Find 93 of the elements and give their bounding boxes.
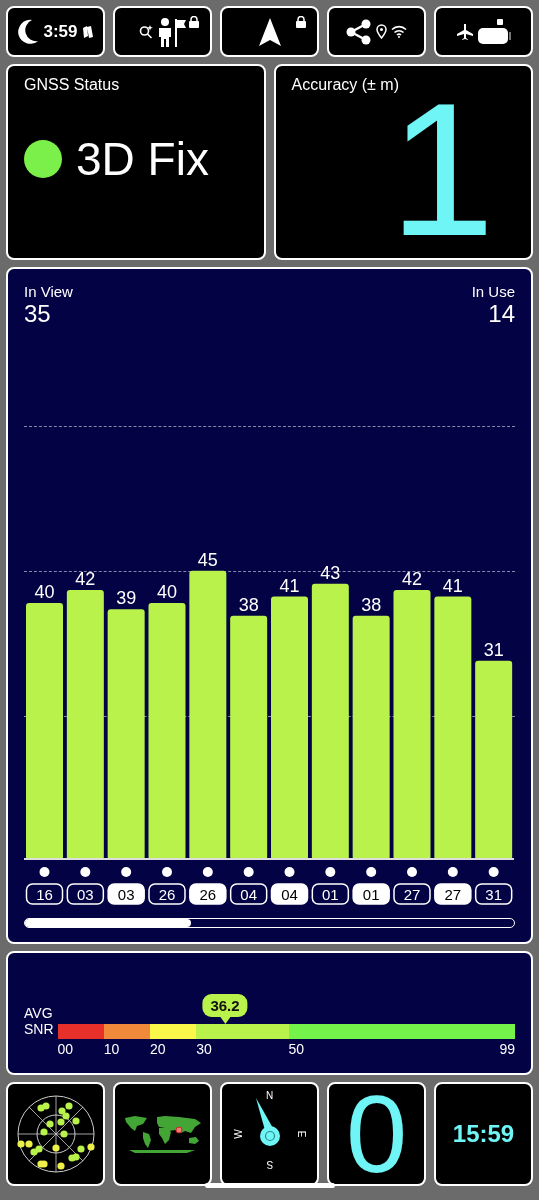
avg-label: AVG (24, 1005, 54, 1021)
compass-letter: N (265, 1090, 274, 1101)
x-tick-label: 04 (240, 886, 258, 904)
x-tick-label: 31 (485, 886, 503, 904)
bar-value: 41 (442, 575, 463, 596)
card-title: GNSS Status (24, 76, 121, 95)
satellite-id-badge: 26 (189, 883, 227, 906)
activity-tile[interactable] (113, 6, 212, 58)
compass-letter: S (266, 1159, 273, 1170)
scale-label: 00 (57, 1041, 74, 1057)
bar-value: 40 (157, 582, 177, 603)
clock-time: 15:59 (452, 1120, 515, 1148)
satellite-id-badge: 04 (270, 883, 309, 906)
bar-value: 42 (402, 569, 422, 590)
moon-icon (17, 18, 40, 45)
connectivity-tile[interactable] (434, 6, 533, 58)
satellite-id-badge: 16 (25, 883, 64, 906)
dot-icon (325, 867, 336, 878)
x-tick-label: 03 (76, 886, 94, 904)
satellite-id-badge: 01 (311, 883, 350, 906)
scale-label: 20 (149, 1041, 166, 1057)
in-use-count: 14 (488, 300, 515, 329)
dot-icon (366, 867, 377, 878)
satellite-id-badge: 26 (148, 883, 186, 906)
dot-icon (80, 867, 91, 878)
scale-label: 30 (196, 1041, 212, 1057)
dot-icon (202, 867, 213, 878)
wifi-icon (391, 25, 407, 39)
bar-value: 38 (361, 595, 382, 616)
sky-plot-tile[interactable] (6, 1082, 105, 1186)
battery-icon (476, 18, 511, 45)
accuracy-value: 1 (389, 94, 495, 245)
status-time: 3:59 (43, 21, 78, 42)
bar-value: 42 (75, 569, 96, 590)
satellite-id-badge: 04 (229, 883, 268, 906)
fix-status: 3D Fix (76, 132, 209, 187)
share-tile[interactable] (327, 6, 426, 58)
x-tick-label: 01 (321, 886, 339, 904)
location-pin-icon (376, 24, 387, 40)
dot-icon (243, 867, 254, 878)
bar-value: 43 (320, 562, 341, 583)
search-sparkle-icon (138, 24, 153, 39)
compass-letter: E (296, 1130, 308, 1138)
dot-icon (121, 867, 132, 878)
satellite-id-badge: 03 (107, 883, 145, 906)
counter-tile[interactable]: 0 (327, 1082, 426, 1186)
satellite-id-badge: 27 (434, 883, 472, 906)
x-tick-label: 26 (158, 886, 176, 904)
dot-icon (488, 867, 499, 878)
counter-value: 0 (345, 1084, 408, 1184)
x-tick-label: 03 (117, 886, 135, 904)
cards-icon (81, 24, 94, 39)
x-tick-label: 27 (403, 886, 421, 904)
bar-value: 31 (483, 640, 504, 661)
x-tick-label: 04 (281, 886, 298, 904)
x-tick-label: 27 (444, 886, 462, 904)
bar-value: 45 (197, 550, 218, 571)
satellite-id-badge: 01 (352, 883, 390, 906)
dot-icon (407, 867, 417, 878)
navigation-arrow-icon (258, 17, 281, 46)
in-use-label: In Use (471, 283, 515, 301)
in-view-count: 35 (24, 300, 52, 329)
navigation-tile[interactable] (220, 6, 319, 58)
scale-label: 50 (288, 1041, 305, 1057)
dot-icon (447, 867, 458, 878)
share-icon (346, 18, 372, 45)
compass-tile[interactable]: N E S W (220, 1082, 319, 1186)
lock-icon (188, 16, 200, 29)
bar-value: 39 (116, 588, 137, 609)
bar-value: 38 (238, 595, 259, 616)
dot-icon (39, 867, 50, 878)
x-tick-label: 01 (362, 886, 380, 904)
clock-tile[interactable]: 15:59 (434, 1082, 533, 1186)
card-title: Accuracy (± m) (291, 76, 400, 95)
x-tick-label: 16 (36, 886, 53, 904)
dot-icon (284, 867, 295, 878)
moon-tile[interactable]: 3:59 (6, 6, 105, 58)
snr-label: SNR (24, 1021, 54, 1037)
scale-label: 99 (499, 1041, 515, 1057)
x-tick-label: 26 (199, 886, 217, 904)
bar-value: 40 (34, 582, 55, 603)
compass-letter: W (233, 1129, 245, 1139)
satellite-id-badge: 03 (66, 883, 105, 906)
satellite-id-badge: 27 (393, 883, 431, 906)
scale-label: 10 (103, 1041, 120, 1057)
person-flag-icon (156, 16, 187, 47)
in-view-label: In View (24, 283, 73, 301)
world-map-tile[interactable] (113, 1082, 212, 1186)
satellite-id-badge: 31 (474, 883, 513, 906)
lock-icon (295, 16, 307, 29)
dot-icon (162, 867, 172, 878)
airplane-icon (456, 23, 473, 40)
bar-value: 41 (279, 575, 300, 596)
